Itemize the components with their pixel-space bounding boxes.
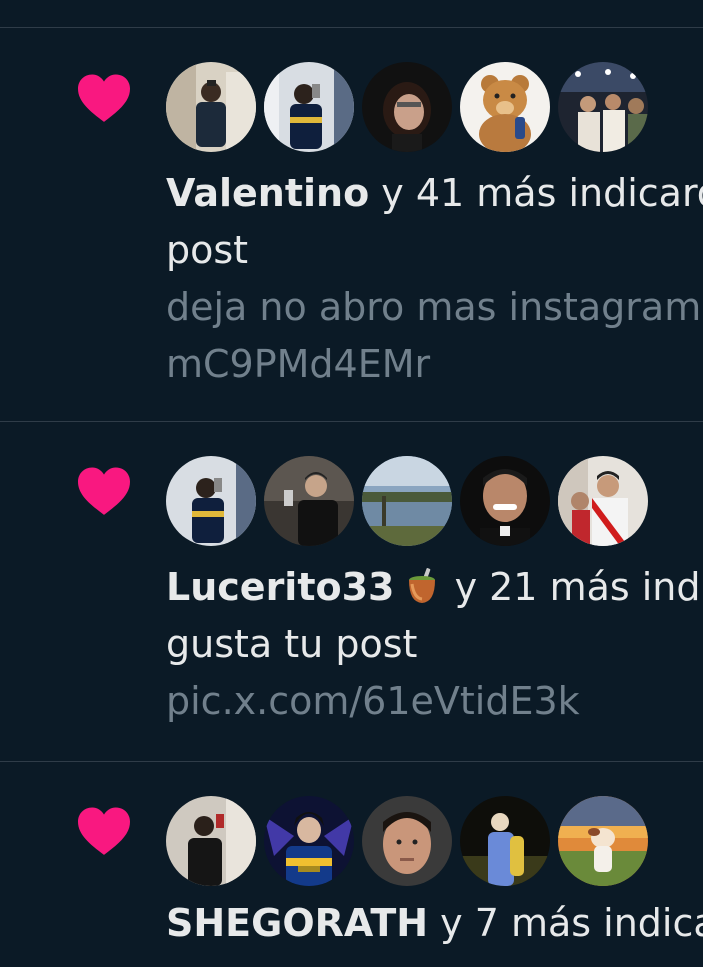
liker-name[interactable]: Lucerito33 [166,565,394,609]
notification-line-2: post [166,228,249,272]
avatar[interactable] [460,796,550,886]
notification-text: SHEGORATH y 7 más indicaron que les gust… [166,895,703,952]
notification-line-1: Valentino y 41 más indicaron que les gus… [166,165,703,222]
like-notification[interactable]: Valentino y 41 más indicaron que les gus… [0,28,703,422]
avatar[interactable] [166,456,256,546]
heart-icon [78,467,130,515]
post-preview-link[interactable]: pic.x.com/61eVtidE3k [166,673,703,730]
post-preview-line-1: deja no abro mas instagram [166,285,702,329]
avatar[interactable] [460,456,550,546]
liker-avatars [166,796,648,886]
notification-text: Valentino y 41 más indicaron que les gus… [166,165,703,393]
like-notification[interactable]: Lucerito33 y 21 más indicaron que les gu… [0,422,703,762]
heart-icon [78,74,130,122]
avatar[interactable] [460,62,550,152]
avatar[interactable] [264,62,354,152]
notification-line-1: Lucerito33 y 21 más indicaron que les [166,559,703,616]
notification-line-2: gusta tu post [166,622,418,666]
avatar[interactable] [166,62,256,152]
avatar[interactable] [362,796,452,886]
liker-name[interactable]: Valentino [166,171,369,215]
notification-text: Lucerito33 y 21 más indicaron que les gu… [166,559,703,730]
action-text: y 21 más indicaron que les [454,565,703,609]
mate-emoji-icon [409,568,436,603]
avatar[interactable] [362,62,452,152]
avatar[interactable] [558,62,648,152]
avatar[interactable] [558,796,648,886]
avatar[interactable] [264,796,354,886]
action-text: y 7 más indicaron que les gusta [440,901,703,945]
avatar[interactable] [264,456,354,546]
avatar[interactable] [166,796,256,886]
avatar[interactable] [558,456,648,546]
like-notification[interactable]: SHEGORATH y 7 más indicaron que les gust… [0,762,703,967]
action-text: y 41 más indicaron que les gusta tu [381,171,703,215]
notifications-screen: Valentino y 41 más indicaron que les gus… [0,0,703,967]
liker-avatars [166,62,648,152]
post-preview-line-2: mC9PMd4EMr [166,342,431,386]
avatar[interactable] [362,456,452,546]
liker-name[interactable]: SHEGORATH [166,901,428,945]
notification-line-1: SHEGORATH y 7 más indicaron que les gust… [166,895,703,952]
liker-avatars [166,456,648,546]
heart-icon [78,807,130,855]
